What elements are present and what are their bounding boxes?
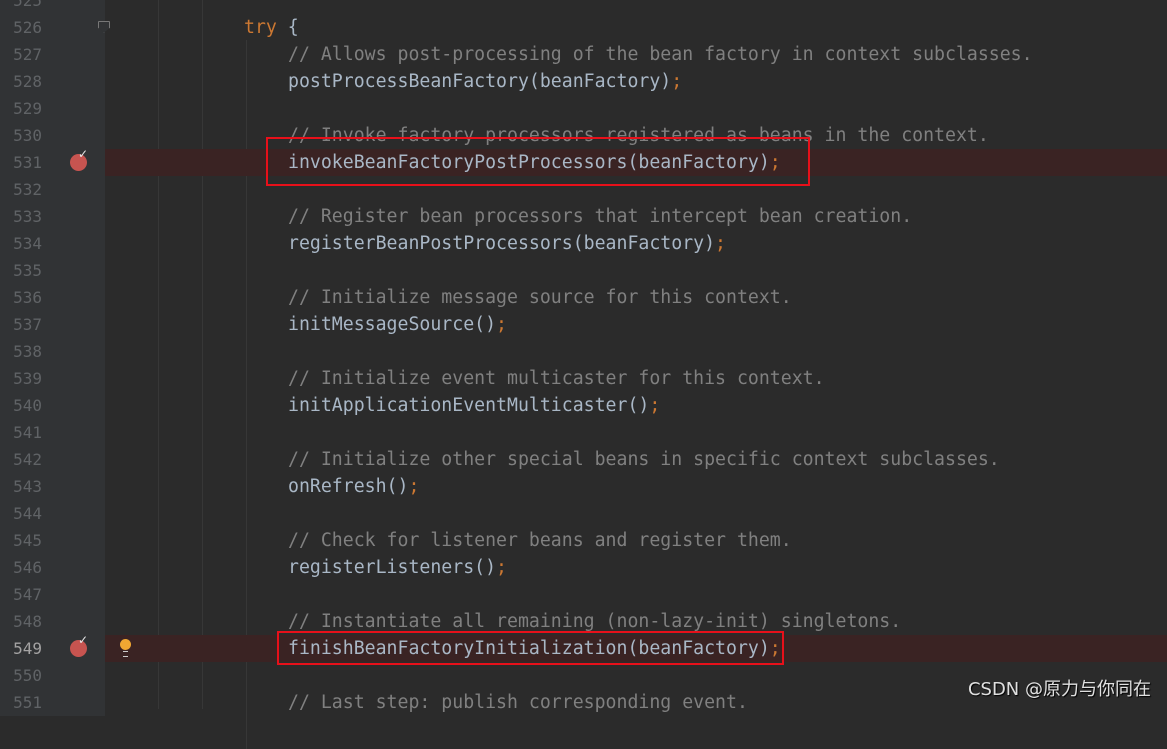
code-text: registerListeners(); xyxy=(288,554,507,581)
keyword: try xyxy=(244,16,277,38)
comment: // Allows post-processing of the bean fa… xyxy=(288,43,1033,65)
semicolon: ; xyxy=(408,475,420,497)
line-number: 539 xyxy=(13,368,42,388)
line-number: 525 xyxy=(13,0,42,10)
code-line[interactable]: 537 initMessageSource(); xyxy=(0,310,1167,338)
code-line[interactable]: 535 xyxy=(0,256,1167,284)
code-line[interactable]: 542 // Initialize other special beans in … xyxy=(0,445,1167,473)
code-token: registerBeanPostProcessors(beanFactory) xyxy=(288,232,716,254)
semicolon: ; xyxy=(715,232,726,254)
code-line[interactable]: 544 xyxy=(0,499,1167,527)
code-token: initApplicationEventMulticaster() xyxy=(288,394,650,416)
line-number: 529 xyxy=(13,98,42,118)
line-number: 541 xyxy=(13,422,42,442)
line-number: 530 xyxy=(13,125,42,145)
code-text: // Register bean processors that interce… xyxy=(288,203,912,230)
line-number: 531 xyxy=(13,152,42,172)
line-number: 534 xyxy=(13,233,42,253)
line-number: 548 xyxy=(13,611,42,631)
code-token: initMessageSource() xyxy=(288,313,497,335)
comment: // Last step: publish corresponding even… xyxy=(288,691,748,713)
code-text: registerBeanPostProcessors(beanFactory); xyxy=(288,230,726,257)
code-line[interactable]: 533 // Register bean processors that inte… xyxy=(0,202,1167,230)
line-number: 535 xyxy=(13,260,42,280)
code-line[interactable]: 543 onRefresh(); xyxy=(0,472,1167,500)
code-line[interactable]: 534 registerBeanPostProcessors(beanFactor… xyxy=(0,229,1167,257)
breakpoint-icon[interactable] xyxy=(70,147,88,171)
code-line[interactable]: 540 initApplicationEventMulticaster(); xyxy=(0,391,1167,419)
line-number: 532 xyxy=(13,179,42,199)
code-line[interactable]: 541 xyxy=(0,418,1167,446)
code-text: // Check for listener beans and register… xyxy=(288,527,792,554)
code-text: // Last step: publish corresponding even… xyxy=(288,689,748,716)
lightbulb-icon[interactable] xyxy=(120,638,131,657)
line-number: 543 xyxy=(13,476,42,496)
code-line[interactable]: 536 // Initialize message source for this… xyxy=(0,283,1167,311)
semicolon: ; xyxy=(649,394,661,416)
breakpoint-icon[interactable] xyxy=(70,633,88,657)
code-token: { xyxy=(276,16,299,38)
line-number: 527 xyxy=(13,44,42,64)
code-line[interactable]: 527 // Allows post-processing of the bean… xyxy=(0,40,1167,68)
code-line[interactable]: 525 xyxy=(0,0,1167,14)
comment: // Initialize event multicaster for this… xyxy=(288,367,825,389)
code-text: // Initialize message source for this co… xyxy=(288,284,792,311)
line-number: 537 xyxy=(13,314,42,334)
code-text: // Initialize event multicaster for this… xyxy=(288,365,825,392)
comment: // Register bean processors that interce… xyxy=(288,205,913,227)
code-line[interactable]: 538 xyxy=(0,337,1167,365)
code-text: initApplicationEventMulticaster(); xyxy=(288,392,660,419)
highlight-box-finish xyxy=(277,631,784,665)
line-number: 540 xyxy=(13,395,42,415)
code-text: // Initialize other special beans in spe… xyxy=(288,446,1000,473)
line-number: 526 xyxy=(13,17,42,37)
line-number: 528 xyxy=(13,71,42,91)
code-line[interactable]: 546 registerListeners(); xyxy=(0,553,1167,581)
highlight-box-invoke xyxy=(266,137,810,186)
code-token: postProcessBeanFactory(beanFactory) xyxy=(288,70,672,92)
line-number: 545 xyxy=(13,530,42,550)
code-text: onRefresh(); xyxy=(288,473,419,500)
comment: // Instantiate all remaining (non-lazy-i… xyxy=(288,610,902,632)
line-number: 551 xyxy=(13,692,42,712)
line-number: 546 xyxy=(13,557,42,577)
line-number: 544 xyxy=(13,503,42,523)
watermark: CSDN @原力与你同在 xyxy=(967,679,1151,700)
line-number: 549 xyxy=(13,638,42,658)
semicolon: ; xyxy=(496,313,507,335)
line-number: 547 xyxy=(13,584,42,604)
code-line[interactable]: 539 // Initialize event multicaster for t… xyxy=(0,364,1167,392)
code-line[interactable]: 529 xyxy=(0,94,1167,122)
semicolon: ; xyxy=(671,70,683,92)
comment: // Initialize message source for this co… xyxy=(288,286,792,308)
code-line[interactable]: 528 postProcessBeanFactory(beanFactory); xyxy=(0,67,1167,95)
code-token: onRefresh() xyxy=(288,475,409,497)
code-text: postProcessBeanFactory(beanFactory); xyxy=(288,68,682,95)
code-text: initMessageSource(); xyxy=(288,311,507,338)
semicolon: ; xyxy=(496,556,507,578)
comment: // Check for listener beans and register… xyxy=(288,529,792,551)
line-number: 533 xyxy=(13,206,42,226)
comment: // Initialize other special beans in spe… xyxy=(288,448,1000,470)
code-line[interactable]: 545 // Check for listener beans and regis… xyxy=(0,526,1167,554)
code-token: registerListeners() xyxy=(288,556,497,578)
line-number: 538 xyxy=(13,341,42,361)
line-number: 536 xyxy=(13,287,42,307)
code-text: // Allows post-processing of the bean fa… xyxy=(288,41,1033,68)
code-text: try { xyxy=(244,14,299,41)
code-line[interactable]: 547 xyxy=(0,580,1167,608)
line-number: 542 xyxy=(13,449,42,469)
code-line[interactable]: 526 try { xyxy=(0,13,1167,41)
line-number: 550 xyxy=(13,665,42,685)
